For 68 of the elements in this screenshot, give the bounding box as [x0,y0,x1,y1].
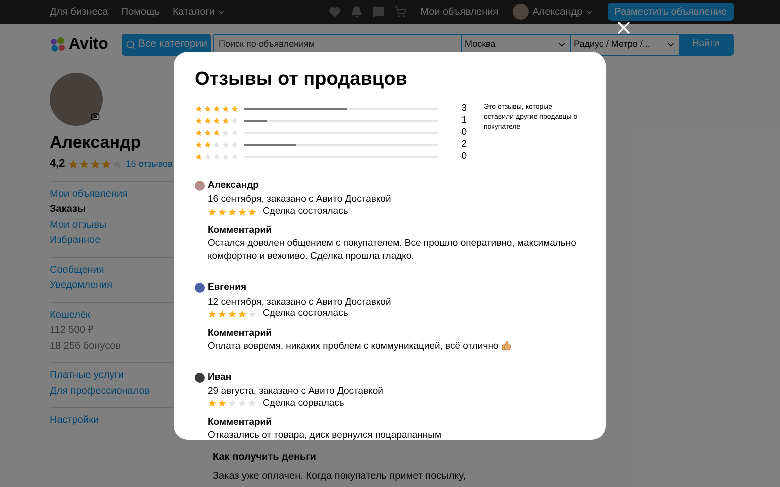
star-icon [208,310,217,319]
star-icon [238,310,247,319]
sidebar-item: 112 500 ₽ [50,324,96,338]
star-icon [90,158,102,170]
reviews-link[interactable]: 16 отзывов [126,158,173,171]
star-icon [228,208,237,217]
rating-count: 3 [462,102,467,116]
camera-icon[interactable] [91,112,100,121]
my-ads-link[interactable]: Мои объявления [420,4,499,20]
deal-status: Сделка состоялась [263,205,348,220]
star-icon [248,310,257,319]
star-icon [218,399,227,408]
star-icon [101,158,112,170]
user-menu[interactable]: Александр [532,4,594,20]
review-meta: 12 сентября, заказано с Авито Доставкой [208,296,392,308]
cart-icon[interactable] [394,6,407,18]
search-icon [126,40,136,50]
rating-count: 0 [462,150,467,164]
search-field[interactable]: Поиск по объявлениям [214,34,461,54]
heart-icon[interactable] [328,6,341,18]
star-icon [218,208,227,217]
star-icon [228,310,237,319]
reviewer-name: Александр [208,179,259,193]
deal-status: Сделка сорвалась [263,396,344,411]
star-icon [228,399,237,408]
search-button[interactable]: Найти [679,34,733,54]
radius-select[interactable]: Радиус / Метро /... [571,34,679,54]
review-meta: 29 августа, заказано с Авито Доставкой [208,384,384,398]
section-heading: Как получить деньги [213,451,318,465]
sidebar-item: 18 256 бонусов [50,340,122,354]
star-icon [112,158,124,170]
comment-heading: Комментарий [208,416,273,429]
comment-text: Остался доволен общением с покупателем. Все прошло оперативно, максимально комфортно и вежливо. Сделка прошла гладко. [208,237,578,264]
comment-text: Оплата вовремя, никаких проблем с коммуникацией, всё отлично [208,340,499,352]
star-icon [248,399,257,408]
reviewer-name: Иван [208,370,232,384]
user-avatar[interactable] [512,4,529,20]
star-icon [79,158,90,170]
star-icon [208,399,217,408]
review-meta: 16 сентября, заказано с Авито Доставкой [208,193,392,206]
profile-name: Александр [50,134,142,151]
section-text: Заказ уже оплачен. Когда покупатель примет посылку, [213,470,466,484]
comment-heading: Комментарий [208,326,273,340]
rating-count: 1 [462,114,467,128]
comment-heading: Комментарий [208,224,273,238]
star-icon [218,310,227,319]
comment-text: Отказались от товара, диск вернулся поцарапанным [208,428,442,442]
star-icon [238,208,247,217]
city-select[interactable]: Москва [462,34,570,54]
categories-button[interactable]: Все категории [122,34,211,56]
chat-icon[interactable] [372,6,385,18]
star-icon [248,208,257,217]
dialog-title: Отзывы от продавцов [195,70,408,89]
star-icon [68,158,80,170]
top-link[interactable]: Для бизнеса [50,4,108,20]
rating-count: 2 [462,138,467,152]
rating-value: 4,2 [50,157,66,172]
rating-count: 0 [462,126,467,140]
logo-text[interactable]: Avito [69,32,108,56]
star-icon [238,399,247,408]
top-link[interactable]: Помощь [121,4,160,20]
post-ad-button[interactable]: Разместить объявление [608,3,734,21]
logo-icon [50,37,67,52]
deal-status: Сделка состоялась [263,307,348,322]
star-icon [208,208,217,217]
reviewer-name: Евгения [208,281,247,296]
bell-icon[interactable] [350,6,363,18]
top-link[interactable]: Каталоги [172,4,226,20]
